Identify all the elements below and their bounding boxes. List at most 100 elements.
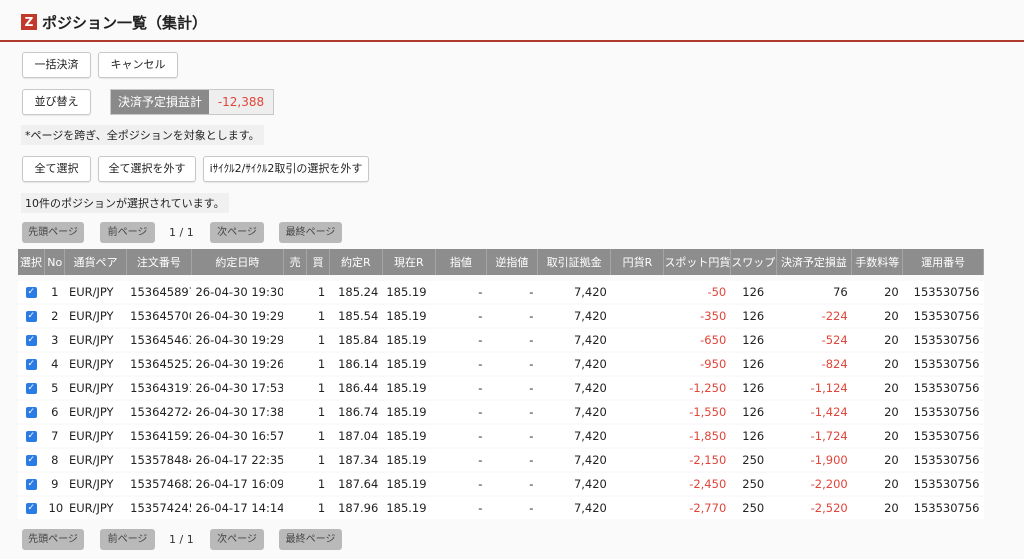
col-header-limit[interactable]: 指値: [435, 249, 487, 275]
col-header-spot[interactable]: スポット円貨: [663, 249, 731, 275]
col-header-pair[interactable]: 通貨ペア: [64, 249, 127, 275]
cell-spot: -2,450: [663, 471, 731, 497]
cell-pnl: -224: [776, 303, 852, 329]
table-row[interactable]: ✓ 7 EUR/JPY 153641592 26-04-30 16:57 1 187.04 1…: [18, 423, 984, 449]
table-row[interactable]: ✓ 9 EUR/JPY 153574682 26-04-17 16:09 1 187.64 1…: [18, 471, 984, 497]
table-row[interactable]: ✓ 2 EUR/JPY 153645700 26-04-30 19:29 1 185.54 1…: [18, 303, 984, 329]
prev-page-button[interactable]: 前ページ: [100, 222, 155, 243]
table-row[interactable]: ✓ 10 EUR/JPY 153574245 26-04-17 14:14 1 187.96…: [18, 495, 984, 519]
checkbox-checked-icon[interactable]: ✓: [25, 455, 37, 466]
cell-swap: 126: [730, 351, 777, 377]
sort-button[interactable]: 並び替え: [22, 89, 91, 115]
cell-margin: 7,420: [537, 495, 611, 519]
cell-current: 185.19: [382, 399, 436, 425]
deselect-all-button[interactable]: 全て選択を外す: [98, 156, 196, 182]
cell-select[interactable]: ✓: [18, 375, 45, 401]
col-header-stop[interactable]: 逆指値: [486, 249, 538, 275]
cell-select[interactable]: ✓: [18, 303, 45, 329]
col-header-rate[interactable]: 約定R: [329, 249, 383, 275]
last-page-button-bottom[interactable]: 最終ページ: [279, 529, 342, 550]
col-header-swap[interactable]: スワップ: [730, 249, 777, 275]
col-header-buy[interactable]: 買: [306, 249, 330, 275]
next-page-button[interactable]: 次ページ: [210, 222, 264, 243]
first-page-button-bottom[interactable]: 先頭ページ: [22, 529, 84, 550]
cell-margin: 7,420: [537, 351, 611, 377]
checkbox-checked-icon[interactable]: ✓: [25, 311, 37, 322]
page-title: ポジション一覧（集計）: [42, 14, 208, 32]
cell-spot: -2,150: [663, 447, 731, 473]
next-page-button-bottom[interactable]: 次ページ: [210, 529, 264, 550]
cell-swap: 126: [730, 279, 777, 305]
cell-select[interactable]: ✓: [18, 351, 45, 377]
col-header-yen[interactable]: 円貨R: [610, 249, 665, 275]
cell-pnl: -2,200: [776, 471, 852, 497]
cell-select[interactable]: ✓: [18, 423, 45, 449]
col-header-op[interactable]: 運用番号: [902, 249, 984, 275]
cell-limit: -: [435, 279, 487, 305]
cell-order: 153642724: [126, 399, 192, 425]
checkbox-checked-icon[interactable]: ✓: [25, 383, 37, 394]
cell-select[interactable]: ✓: [18, 327, 45, 353]
checkbox-checked-icon[interactable]: ✓: [25, 335, 37, 346]
cell-sell: [283, 375, 307, 401]
cell-fee: 20: [851, 447, 903, 473]
checkbox-checked-icon[interactable]: ✓: [25, 431, 37, 442]
first-page-button[interactable]: 先頭ページ: [22, 222, 84, 243]
table-row[interactable]: ✓ 6 EUR/JPY 153642724 26-04-30 17:38 1 186.74 1…: [18, 399, 984, 425]
col-header-pnl[interactable]: 決済予定損益: [776, 249, 853, 275]
cell-datetime: 26-04-17 16:09: [191, 471, 284, 497]
cell-pnl: -1,900: [776, 447, 852, 473]
cell-spot: -1,250: [663, 375, 731, 401]
col-header-order[interactable]: 注文番号: [126, 249, 192, 275]
cell-pnl: -824: [776, 351, 852, 377]
cell-rate: 185.84: [329, 327, 383, 353]
cell-pnl: -2,520: [776, 495, 852, 519]
cell-op: 153530756: [902, 303, 984, 329]
col-header-fee[interactable]: 手数料等: [851, 249, 904, 275]
cell-margin: 7,420: [537, 303, 611, 329]
cell-current: 185.19: [382, 495, 436, 519]
checkbox-checked-icon[interactable]: ✓: [25, 359, 37, 370]
cell-op: 153530756: [902, 351, 984, 377]
cell-margin: 7,420: [537, 327, 611, 353]
cell-stop: -: [486, 375, 538, 401]
cell-select[interactable]: ✓: [18, 447, 45, 473]
cell-yen: [610, 351, 664, 377]
col-header-margin[interactable]: 取引証拠金: [537, 249, 612, 275]
cell-select[interactable]: ✓: [18, 495, 45, 519]
cell-sell: [283, 423, 307, 449]
cell-select[interactable]: ✓: [18, 279, 45, 305]
cancel-button[interactable]: キャンセル: [98, 52, 178, 78]
cell-datetime: 26-04-30 17:38: [191, 399, 284, 425]
col-header-datetime[interactable]: 約定日時: [191, 249, 284, 275]
cell-yen: [610, 495, 664, 519]
cell-fee: 20: [851, 423, 903, 449]
select-all-button[interactable]: 全て選択: [22, 156, 91, 182]
cell-spot: -2,770: [663, 495, 731, 519]
checkbox-checked-icon[interactable]: ✓: [25, 407, 37, 418]
cell-datetime: 26-04-30 17:53: [191, 375, 284, 401]
bulk-settle-button[interactable]: 一括決済: [22, 52, 91, 78]
pnl-total-box: 決済予定損益計 -12,388: [110, 89, 274, 115]
deselect-cycle-button[interactable]: iｻｲｸﾙ2/ｻｲｸﾙ2取引の選択を外す: [203, 156, 369, 182]
prev-page-button-bottom[interactable]: 前ページ: [100, 529, 155, 550]
checkbox-checked-icon[interactable]: ✓: [25, 287, 37, 298]
table-row[interactable]: ✓ 4 EUR/JPY 153645252 26-04-30 19:26 1 186.14 1…: [18, 351, 984, 377]
table-row[interactable]: ✓ 8 EUR/JPY 153578484 26-04-17 22:35 1 187.34 1…: [18, 447, 984, 473]
last-page-button[interactable]: 最終ページ: [279, 222, 342, 243]
table-row[interactable]: ✓ 5 EUR/JPY 153643191 26-04-30 17:53 1 186.44 1…: [18, 375, 984, 401]
table-row[interactable]: ✓ 1 EUR/JPY 153645897 26-04-30 19:30 1 185.24 1…: [18, 279, 984, 305]
col-header-no[interactable]: No: [44, 249, 66, 275]
col-header-current[interactable]: 現在R: [382, 249, 436, 275]
cell-select[interactable]: ✓: [18, 399, 45, 425]
col-header-sell[interactable]: 売: [283, 249, 308, 275]
table-row[interactable]: ✓ 3 EUR/JPY 153645463 26-04-30 19:29 1 185.84 1…: [18, 327, 984, 353]
cell-op: 153530756: [902, 471, 984, 497]
cell-no: 5: [44, 375, 65, 401]
checkbox-checked-icon[interactable]: ✓: [25, 479, 37, 490]
cell-select[interactable]: ✓: [18, 471, 45, 497]
cell-datetime: 26-04-30 19:29: [191, 303, 284, 329]
cell-rate: 187.96: [329, 495, 383, 519]
col-header-select[interactable]: 選択: [18, 249, 46, 275]
checkbox-checked-icon[interactable]: ✓: [25, 503, 37, 514]
